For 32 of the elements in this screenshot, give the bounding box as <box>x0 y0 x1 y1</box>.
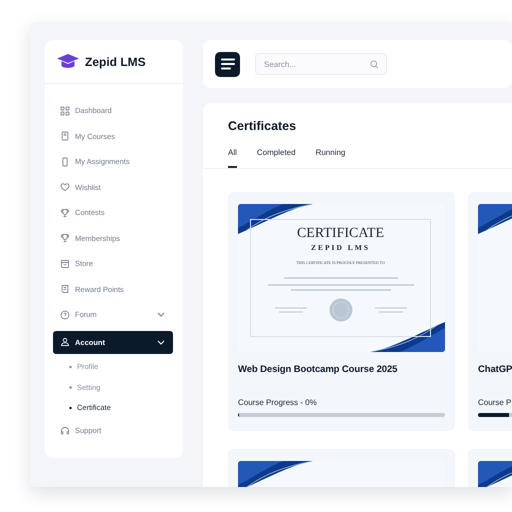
book-icon <box>60 131 70 142</box>
progress-label: Course P <box>478 398 512 407</box>
signature-line-icon <box>274 307 306 313</box>
grid-icon <box>60 106 70 116</box>
help-icon <box>60 310 70 320</box>
chevron-icon <box>157 312 165 318</box>
menu-icon <box>220 58 234 70</box>
tab[interactable]: Running <box>316 148 346 168</box>
brand-name: Zepid LMS <box>85 54 146 68</box>
search-icon <box>370 60 379 68</box>
trophy-icon <box>60 233 70 244</box>
course-title: ChatGP <box>478 364 512 375</box>
certificate-heading: CERTIFICATE <box>296 227 384 241</box>
phone-icon <box>60 156 70 167</box>
headset-icon <box>60 426 70 436</box>
menu-button[interactable] <box>215 52 240 76</box>
store-icon <box>60 258 70 269</box>
tab[interactable]: Completed <box>256 148 296 168</box>
search-field[interactable]: Search... <box>255 53 387 75</box>
graduation-cap-icon <box>57 54 79 69</box>
trophy-icon <box>60 208 70 218</box>
course-title: Web Design Bootcamp Course 2025 <box>238 364 398 375</box>
certificate-card[interactable]: ChatGP Course P <box>468 192 512 431</box>
progress-label: Course Progress - 0% <box>238 398 318 407</box>
page-title: Certificates <box>228 119 298 133</box>
user-icon <box>60 337 70 347</box>
seal-icon <box>328 298 352 322</box>
tab[interactable]: All <box>228 148 237 168</box>
ticket-icon <box>60 284 70 294</box>
signature-line-icon <box>374 307 406 313</box>
heart-icon <box>60 182 70 192</box>
wave-corner-icon <box>370 322 445 352</box>
